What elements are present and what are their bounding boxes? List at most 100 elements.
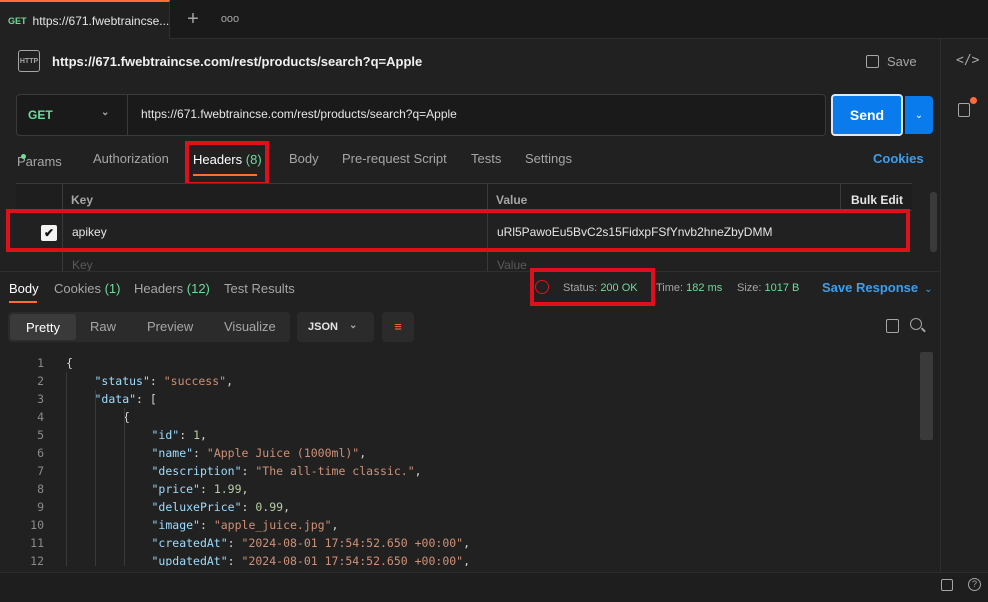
body-view-tabs: Pretty Raw Preview Visualize bbox=[8, 312, 290, 342]
method-select[interactable]: GET ⌄ bbox=[17, 95, 128, 135]
code-token: "The all-time classic." bbox=[255, 464, 415, 478]
code-line: "createdAt": "2024-08-01 17:54:52.650 +0… bbox=[152, 534, 471, 552]
save-icon bbox=[866, 55, 879, 68]
header-value-input[interactable]: uRl5PawoEu5BvC2s15FidxpFSfYnvb2hneZbyDMM bbox=[497, 225, 772, 239]
line-number: 7 bbox=[37, 464, 44, 478]
code-token: : bbox=[199, 518, 214, 532]
code-token: : bbox=[241, 500, 256, 514]
code-snippet-icon[interactable]: </> bbox=[956, 53, 979, 68]
new-tab-plus-icon[interactable]: + bbox=[183, 9, 203, 29]
scrollbar-thumb[interactable] bbox=[920, 352, 933, 440]
http-icon: HTTP bbox=[18, 50, 40, 72]
resp-tab-cookies[interactable]: Cookies (1) bbox=[54, 281, 120, 296]
request-title-url[interactable]: https://671.fwebtraincse.com/rest/produc… bbox=[52, 54, 422, 69]
indent-guide bbox=[66, 372, 67, 566]
copy-icon[interactable] bbox=[886, 319, 899, 333]
code-token: : bbox=[193, 446, 207, 460]
save-label: Save bbox=[887, 54, 917, 69]
code-token: "deluxePrice" bbox=[151, 500, 242, 514]
tab-authorization[interactable]: Authorization bbox=[93, 151, 169, 166]
resp-tab-cookies-count: (1) bbox=[104, 281, 121, 296]
time-label: Time: bbox=[656, 282, 684, 294]
save-response-label: Save Response bbox=[822, 280, 919, 295]
code-line: "id": 1, bbox=[152, 426, 207, 444]
code-token: , bbox=[331, 518, 339, 532]
right-sidebar: </> bbox=[940, 39, 988, 572]
header-key-input[interactable]: apikey bbox=[72, 225, 107, 239]
code-line: "image": "apple_juice.jpg", bbox=[152, 516, 339, 534]
url-input[interactable]: https://671.fwebtraincse.com/rest/produc… bbox=[141, 107, 457, 121]
line-number: 6 bbox=[37, 446, 44, 460]
code-token: : [ bbox=[136, 392, 157, 406]
save-button[interactable]: Save bbox=[866, 54, 917, 69]
tab-headers[interactable]: Headers (8) bbox=[185, 141, 269, 186]
params-indicator-dot bbox=[21, 154, 26, 159]
search-icon[interactable] bbox=[910, 318, 922, 330]
chevron-down-icon: ⌄ bbox=[924, 284, 933, 295]
layout-toggle-icon[interactable] bbox=[941, 579, 953, 591]
cookies-link[interactable]: Cookies bbox=[873, 151, 924, 166]
new-value-input[interactable]: Value bbox=[497, 258, 527, 272]
tab-prerequest-script[interactable]: Pre-request Script bbox=[342, 151, 447, 166]
code-line: "description": "The all-time classic.", bbox=[152, 462, 422, 480]
wrap-lines-icon[interactable]: ≡ bbox=[382, 312, 414, 342]
code-token: "apple_juice.jpg" bbox=[213, 518, 332, 532]
code-token: , bbox=[463, 536, 471, 550]
indent-guide bbox=[124, 408, 125, 566]
format-select[interactable]: JSON ⌄ bbox=[297, 312, 374, 342]
tab-body[interactable]: Body bbox=[289, 151, 319, 166]
help-icon[interactable]: ? bbox=[968, 578, 981, 591]
code-token: 1 bbox=[193, 428, 200, 442]
resp-tab-test-results[interactable]: Test Results bbox=[224, 281, 295, 296]
status-label: Status: bbox=[563, 282, 598, 294]
headers-table-header: Key Value Bulk Edit bbox=[16, 184, 912, 211]
code-token: : bbox=[227, 554, 242, 566]
send-dropdown-chevron-icon[interactable]: ⌄ bbox=[905, 96, 933, 134]
send-button[interactable]: Send bbox=[831, 94, 903, 136]
line-number: 1 bbox=[37, 356, 44, 370]
new-key-input[interactable]: Key bbox=[72, 258, 93, 272]
status-bar: ? bbox=[0, 572, 988, 602]
postman-window: GET https://671.fwebtraincse... + ooo HT… bbox=[0, 0, 988, 602]
divider bbox=[840, 184, 841, 211]
resp-tab-headers[interactable]: Headers (12) bbox=[134, 281, 210, 296]
size-readout: Size: 1017 B bbox=[737, 282, 799, 294]
response-scrollbar[interactable] bbox=[920, 352, 933, 566]
line-number: 2 bbox=[37, 374, 44, 388]
col-value: Value bbox=[496, 193, 528, 207]
view-tab-raw[interactable]: Raw bbox=[90, 319, 116, 334]
view-tab-pretty[interactable]: Pretty bbox=[10, 314, 76, 340]
documentation-icon[interactable] bbox=[958, 103, 970, 117]
bulk-edit-button[interactable]: Bulk Edit bbox=[851, 193, 903, 207]
tab-tests[interactable]: Tests bbox=[471, 151, 501, 166]
code-token: "updatedAt" bbox=[151, 554, 228, 566]
code-token: 1.99 bbox=[213, 482, 242, 496]
response-body-code[interactable]: 1{2 "status": "success", 3 "data": [4{5 "id"… bbox=[0, 352, 930, 566]
code-line: "deluxePrice": 0.99, bbox=[152, 498, 291, 516]
request-title: HTTP https://671.fwebtraincse.com/rest/p… bbox=[18, 50, 422, 72]
indent-guide bbox=[95, 390, 96, 566]
code-line: "updatedAt": "2024-08-01 17:54:52.650 +0… bbox=[152, 552, 471, 566]
code-token: "id" bbox=[151, 428, 180, 442]
save-response-button[interactable]: Save Response ⌄ bbox=[822, 280, 933, 295]
code-token: { bbox=[66, 356, 73, 370]
code-token: , bbox=[359, 446, 367, 460]
more-tabs-icon[interactable]: ooo bbox=[220, 9, 240, 29]
request-tab[interactable]: GET https://671.fwebtraincse... bbox=[0, 0, 170, 39]
resp-tab-body[interactable]: Body bbox=[9, 281, 39, 296]
globe-icon[interactable] bbox=[535, 280, 549, 294]
url-bar: GET ⌄ https://671.fwebtraincse.com/rest/… bbox=[16, 94, 826, 136]
code-token: "2024-08-01 17:54:52.650 +00:00" bbox=[241, 554, 464, 566]
tab-headers-count: (8) bbox=[245, 152, 262, 167]
code-token: "name" bbox=[151, 446, 194, 460]
active-tab-underline bbox=[193, 174, 257, 176]
code-token: "success" bbox=[163, 374, 227, 388]
code-token: "Apple Juice (1000ml)" bbox=[206, 446, 360, 460]
status-readout: Status: 200 OK bbox=[563, 282, 638, 294]
headers-scrollbar[interactable] bbox=[930, 192, 937, 252]
header-enabled-checkbox[interactable]: ✔ bbox=[41, 225, 57, 241]
code-token: , bbox=[414, 464, 422, 478]
view-tab-visualize[interactable]: Visualize bbox=[224, 319, 276, 334]
view-tab-preview[interactable]: Preview bbox=[147, 319, 193, 334]
tab-settings[interactable]: Settings bbox=[525, 151, 572, 166]
